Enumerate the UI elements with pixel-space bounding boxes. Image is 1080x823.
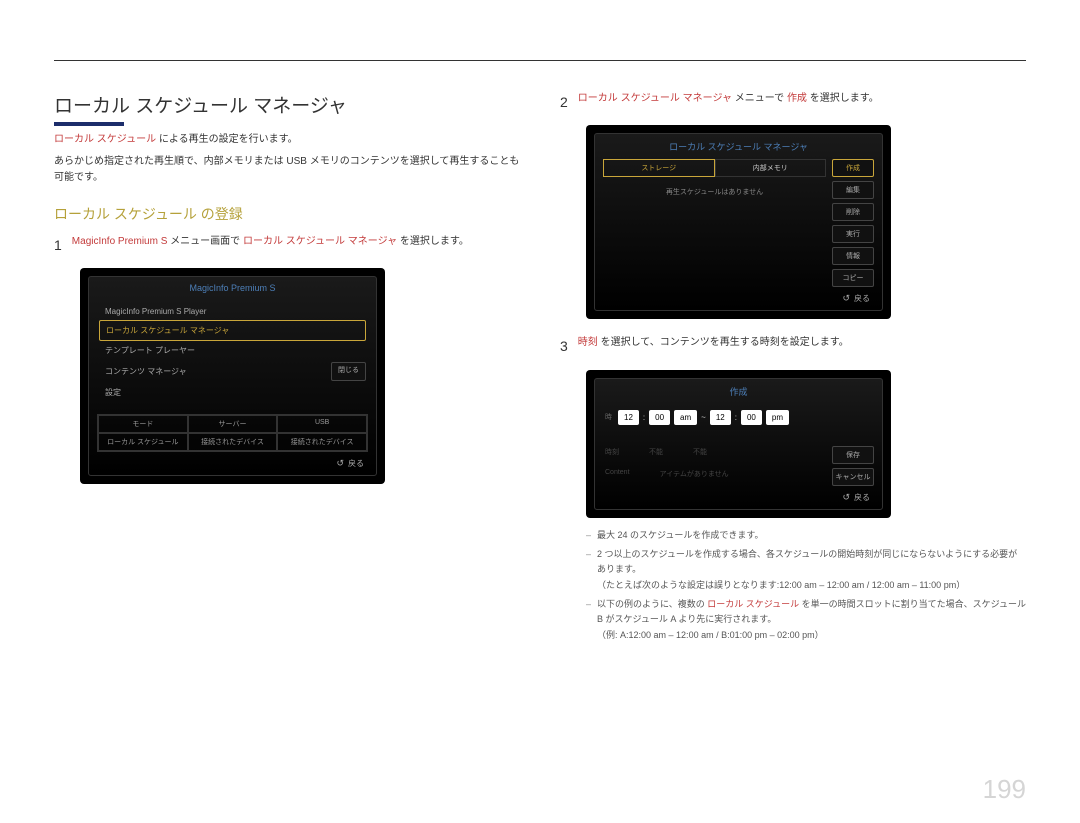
step-text: 時刻 を選択して、コンテンツを再生する時刻を設定します。	[578, 335, 849, 357]
mode-grid: モード サーバー USB ローカル スケジュール 接続されたデバイス 接続された…	[97, 414, 368, 452]
grid-server: サーバー	[188, 415, 278, 433]
time-end-hour[interactable]: 12	[710, 410, 731, 425]
time-start-hour[interactable]: 12	[618, 410, 639, 425]
time-end-ampm[interactable]: pm	[766, 410, 789, 425]
content-columns: ローカル スケジュール マネージャ ローカル スケジュール による再生の設定を行…	[0, 61, 1080, 647]
delete-button[interactable]: 削除	[832, 203, 874, 221]
time-start-ampm[interactable]: am	[674, 410, 697, 425]
notes-list: –最大 24 のスケジュールを作成できます。 – 2 つ以上のスケジュールを作成…	[586, 528, 1026, 643]
lead-keyword: ローカル スケジュール	[54, 134, 156, 145]
menu-item-template-player[interactable]: テンプレート プレーヤー	[99, 341, 366, 360]
empty-schedule-message: 再生スケジュールはありません	[603, 177, 826, 247]
step-number: 2	[560, 91, 568, 113]
lead-rest: による再生の設定を行います。	[156, 134, 297, 145]
return-row[interactable]: 戻る	[603, 287, 874, 306]
copy-button[interactable]: コピー	[832, 269, 874, 287]
grid-dev1: 接続されたデバイス	[188, 433, 278, 451]
lead-paragraph-1: ローカル スケジュール による再生の設定を行います。	[54, 132, 520, 148]
tab-internal[interactable]: 内部メモリ	[715, 159, 827, 177]
screenshot-panel-menu: MagicInfo Premium S MagicInfo Premium S …	[80, 268, 385, 484]
step2-target: ローカル スケジュール マネージャ	[578, 93, 732, 104]
run-button[interactable]: 実行	[832, 225, 874, 243]
panel2-title: ローカル スケジュール マネージャ	[603, 140, 874, 153]
step-text: MagicInfo Premium S メニュー画面で ローカル スケジュール …	[72, 234, 469, 256]
step-2: 2 ローカル スケジュール マネージャ メニューで 作成 を選択します。	[560, 91, 1026, 113]
edit-button[interactable]: 編集	[832, 181, 874, 199]
grid-usb: USB	[277, 415, 367, 433]
save-button[interactable]: 保存	[832, 446, 874, 464]
note-3: – 以下の例のように、複数の ローカル スケジュール を単一の時間スロットに割り…	[586, 597, 1026, 643]
step-number: 3	[560, 335, 568, 357]
panel3-title: 作成	[603, 385, 874, 398]
step-number: 1	[54, 234, 62, 256]
create-button[interactable]: 作成	[832, 159, 874, 177]
right-column: 2 ローカル スケジュール マネージャ メニューで 作成 を選択します。 ローカ…	[560, 91, 1026, 647]
step-1: 1 MagicInfo Premium S メニュー画面で ローカル スケジュー…	[54, 234, 520, 256]
grid-dev2: 接続されたデバイス	[277, 433, 367, 451]
close-button[interactable]: 閉じる	[331, 362, 366, 381]
lead-paragraph-2: あらかじめ指定された再生順で、内部メモリまたは USB メモリのコンテンツを選択…	[54, 154, 520, 186]
time-label: 時	[605, 412, 612, 422]
time-start-min[interactable]: 00	[649, 410, 670, 425]
tab-storage[interactable]: ストレージ	[603, 159, 715, 177]
note-1: –最大 24 のスケジュールを作成できます。	[586, 528, 1026, 543]
header-accent	[54, 110, 124, 126]
time-row: 時 12 : 00 am ~ 12 : 00 pm	[603, 404, 826, 441]
page-number: 199	[983, 774, 1026, 805]
cancel-button[interactable]: キャンセル	[832, 468, 874, 486]
schedule-action-buttons: 作成 編集 削除 実行 情報 コピー	[832, 159, 874, 287]
menu-item-local-schedule[interactable]: ローカル スケジュール マネージャ	[99, 320, 366, 341]
grid-local: ローカル スケジュール	[98, 433, 188, 451]
step1-target: ローカル スケジュール マネージャ	[243, 236, 397, 247]
menu-item-player[interactable]: MagicInfo Premium S Player	[99, 303, 366, 320]
screenshot-panel-create: 作成 時 12 : 00 am ~ 12 : 00 p	[586, 370, 891, 518]
step-text: ローカル スケジュール マネージャ メニューで 作成 を選択します。	[578, 91, 879, 113]
return-row[interactable]: 戻る	[97, 452, 368, 471]
step2-action: 作成	[787, 93, 807, 104]
left-column: ローカル スケジュール マネージャ ローカル スケジュール による再生の設定を行…	[54, 91, 520, 647]
dim-row-1: 時刻 不能 不能	[603, 441, 826, 463]
menu-item-content-manager[interactable]: コンテンツ マネージャ	[99, 362, 331, 381]
step3-target: 時刻	[578, 337, 598, 348]
grid-mode: モード	[98, 415, 188, 433]
create-action-buttons: 保存 キャンセル	[832, 404, 874, 486]
dim-row-2: Content アイテムがありません	[603, 463, 826, 485]
menu-item-settings[interactable]: 設定	[99, 383, 366, 402]
section-heading: ローカル スケジュール の登録	[54, 204, 520, 224]
return-row[interactable]: 戻る	[603, 486, 874, 505]
panel1-menu-list: MagicInfo Premium S Player ローカル スケジュール マ…	[97, 299, 368, 406]
note-2: – 2 つ以上のスケジュールを作成する場合、各スケジュールの開始時刻が同じになら…	[586, 547, 1026, 593]
time-end-min[interactable]: 00	[741, 410, 762, 425]
step1-product: MagicInfo Premium S	[72, 236, 168, 247]
screenshot-panel-schedule: ローカル スケジュール マネージャ ストレージ 内部メモリ 再生スケジュールはあ…	[586, 125, 891, 319]
info-button[interactable]: 情報	[832, 247, 874, 265]
step-3: 3 時刻 を選択して、コンテンツを再生する時刻を設定します。	[560, 335, 1026, 357]
panel1-title: MagicInfo Premium S	[97, 283, 368, 293]
